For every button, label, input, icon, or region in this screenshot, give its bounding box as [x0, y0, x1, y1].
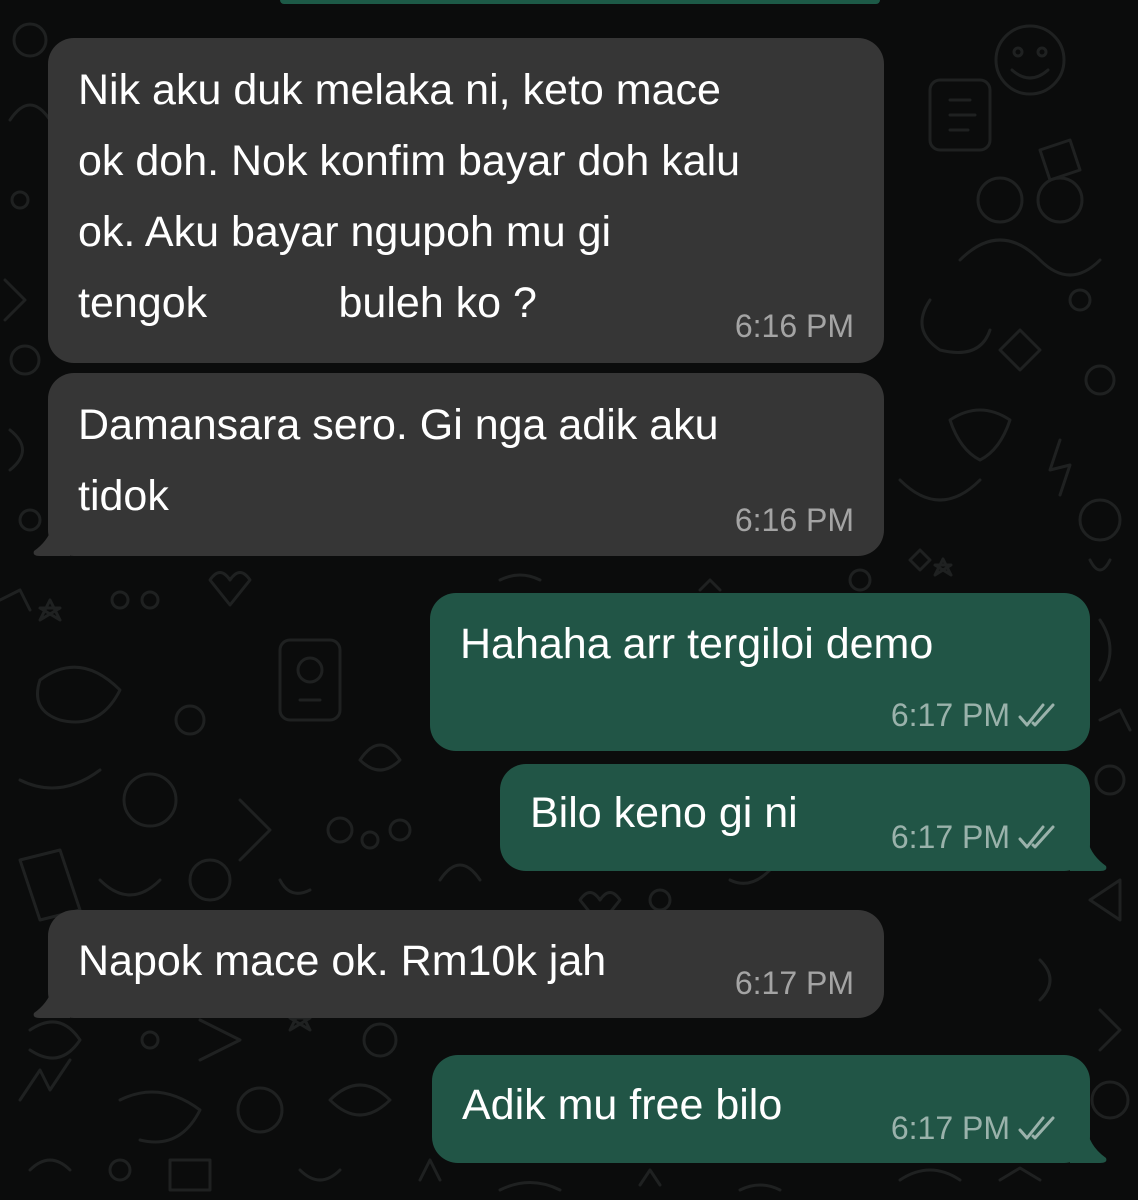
message-incoming[interactable]: Damansara sero. Gi nga adik aku tidok 6:…	[48, 373, 884, 556]
bubble-tail-incoming	[33, 527, 70, 556]
previous-message-edge	[280, 0, 880, 4]
message-text-line: Hahaha arr tergiloi demo	[460, 620, 934, 668]
message-text-line: Napok mace ok. Rm10k jah	[78, 937, 607, 985]
message-incoming[interactable]: Nik aku duk melaka ni, keto mace ok doh.…	[48, 38, 884, 363]
message-timestamp: 6:17 PM	[891, 817, 1060, 857]
timestamp-text: 6:17 PM	[890, 819, 1010, 855]
bubble-tail-incoming	[33, 989, 70, 1018]
message-text-line: Damansara sero. Gi nga adik aku	[78, 401, 719, 449]
message-text-line: Bilo keno gi ni	[530, 789, 798, 837]
message-text-line: Adik mu free bilo	[462, 1081, 783, 1129]
timestamp-text: 6:17 PM	[890, 1110, 1010, 1146]
timestamp-text: 6:17 PM	[734, 965, 854, 1001]
bubble-tail-outgoing	[1070, 1134, 1107, 1163]
message-timestamp: 6:16 PM	[735, 306, 854, 346]
message-text-line: tengok buleh ko ?	[78, 279, 537, 327]
message-outgoing[interactable]: Bilo keno gi ni 6:17 PM	[500, 764, 1090, 871]
message-timestamp: 6:17 PM	[891, 1108, 1060, 1148]
message-outgoing[interactable]: Adik mu free bilo 6:17 PM	[432, 1055, 1090, 1163]
chat-view[interactable]: Nik aku duk melaka ni, keto mace ok doh.…	[0, 0, 1138, 1200]
message-timestamp: 6:17 PM	[735, 963, 854, 1003]
message-text-line: ok doh. Nok konfim bayar doh kalu	[78, 137, 741, 185]
message-text-line: tidok	[78, 472, 169, 520]
double-check-icon	[1016, 1115, 1060, 1141]
timestamp-text: 6:17 PM	[890, 697, 1010, 733]
double-check-icon	[1016, 702, 1060, 728]
message-outgoing[interactable]: Hahaha arr tergiloi demo 6:17 PM	[430, 593, 1090, 751]
bubble-tail-outgoing	[1070, 842, 1107, 871]
message-text-line: Nik aku duk melaka ni, keto mace	[78, 66, 721, 114]
timestamp-text: 6:16 PM	[734, 502, 854, 538]
message-incoming[interactable]: Napok mace ok. Rm10k jah 6:17 PM	[48, 910, 884, 1018]
double-check-icon	[1016, 824, 1060, 850]
message-timestamp: 6:17 PM	[891, 695, 1060, 735]
timestamp-text: 6:16 PM	[734, 308, 854, 344]
message-timestamp: 6:16 PM	[735, 500, 854, 540]
message-text-line: ok. Aku bayar ngupoh mu gi	[78, 208, 612, 256]
